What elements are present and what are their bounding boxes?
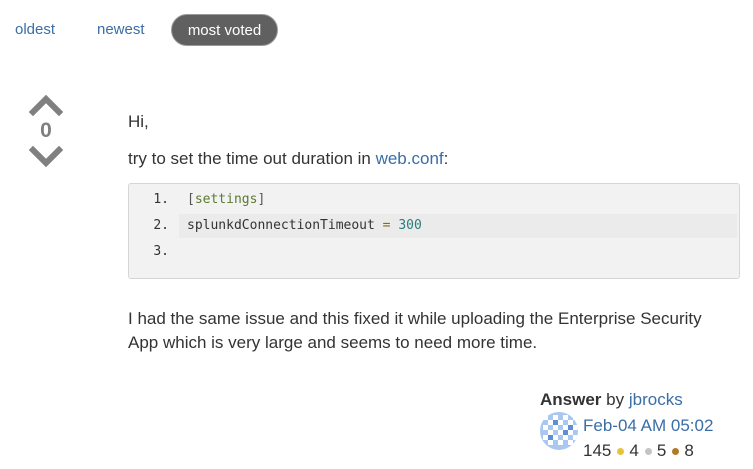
- by-label: by: [606, 390, 625, 409]
- answer-closing: I had the same issue and this fixed it w…: [128, 309, 702, 352]
- line-number: 2.: [153, 218, 169, 233]
- upvote-arrow-icon[interactable]: [29, 94, 63, 116]
- code-section: settings: [194, 192, 258, 207]
- line-number: 1.: [153, 192, 169, 207]
- silver-badge-icon: [644, 447, 652, 455]
- code-line: 1. [settings]: [129, 188, 739, 212]
- vote-widget: 0: [26, 94, 66, 168]
- code-bracket-close: ]: [257, 192, 266, 207]
- avatar[interactable]: [540, 412, 578, 450]
- tab-newest[interactable]: newest: [97, 14, 145, 46]
- bronze-badge-icon: [672, 447, 680, 455]
- gold-badge-icon: [617, 447, 625, 455]
- answer-date-link[interactable]: Feb-04 AM 05:02: [583, 415, 713, 437]
- reputation-score: 145: [583, 441, 612, 460]
- answer-intro-text: try to set the time out duration in: [128, 149, 376, 168]
- answer-greeting: Hi,: [128, 112, 149, 131]
- code-line: 3.: [129, 240, 739, 264]
- bronze-badge-count: 8: [684, 441, 694, 460]
- author-link[interactable]: jbrocks: [629, 390, 683, 409]
- code-key: splunkdConnectionTimeout: [187, 218, 375, 233]
- code-block: 1. [settings] 2. splunkdConnectionTimeou…: [128, 183, 740, 279]
- answer-attribution: Answer by jbrocks: [540, 389, 683, 411]
- code-value: 300: [398, 218, 422, 233]
- reputation: 145 4 5 8: [583, 440, 694, 462]
- downvote-arrow-icon[interactable]: [29, 146, 63, 168]
- answer-intro: try to set the time out duration in web.…: [128, 147, 448, 171]
- gold-badge-count: 4: [629, 441, 639, 460]
- tab-most-voted[interactable]: most voted: [171, 14, 278, 46]
- tab-oldest[interactable]: oldest: [15, 14, 55, 46]
- vote-count: 0: [40, 119, 52, 142]
- code-operator: =: [382, 218, 391, 233]
- web-conf-link[interactable]: web.conf: [376, 149, 444, 168]
- code-line: 2. splunkdConnectionTimeout = 300: [129, 214, 739, 238]
- code-bracket-open: [: [187, 192, 195, 207]
- answer-intro-colon: :: [443, 149, 449, 168]
- line-number: 3.: [153, 244, 169, 259]
- silver-badge-count: 5: [656, 441, 667, 460]
- answer-label: Answer: [540, 390, 602, 409]
